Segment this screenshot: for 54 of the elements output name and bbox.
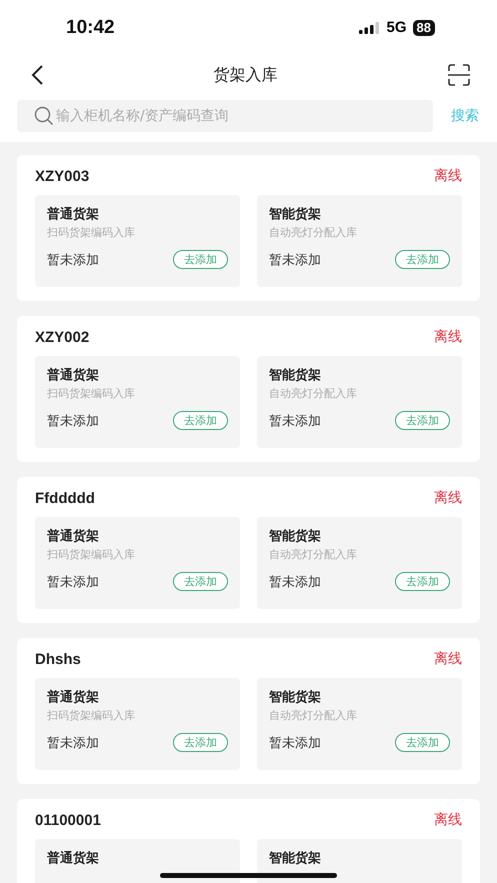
device-name: XZY002: [35, 328, 90, 346]
add-button[interactable]: 去添加: [173, 572, 228, 591]
scan-icon[interactable]: [447, 64, 471, 86]
shelf-state: 暂未添加: [269, 574, 321, 590]
shelf-title: 普通货架: [47, 366, 100, 384]
battery-level: 88: [412, 20, 435, 36]
shelf-state: 暂未添加: [47, 412, 99, 430]
device-status: 离线: [434, 328, 462, 346]
shelf-title: 智能货架: [269, 689, 322, 706]
device-status: 离线: [434, 650, 462, 668]
add-button[interactable]: 去添加: [173, 250, 228, 269]
shelf-title: 普通货架: [47, 206, 100, 223]
shelf-description: 自动亮灯分配入库: [269, 708, 358, 723]
add-button[interactable]: 去添加: [395, 411, 450, 430]
page-title: 货架入库: [214, 64, 278, 86]
device-name: Ffddddd: [35, 490, 95, 506]
shelf-state: 暂未添加: [47, 574, 99, 590]
device-status: 离线: [434, 489, 462, 507]
device-name: XZY003: [35, 168, 90, 184]
shelf-description: 自动亮灯分配入库: [269, 225, 358, 240]
shelf-state: 暂未添加: [269, 252, 321, 268]
shelf-title: 智能货架: [269, 367, 322, 384]
shelf-description: 自动亮灯分配入库: [269, 547, 358, 562]
shelf-title: 智能货架: [269, 206, 322, 223]
shelf-state: 暂未添加: [269, 412, 321, 430]
status-time: 10:42: [66, 16, 115, 38]
shelf-state: 暂未添加: [47, 734, 99, 752]
shelf-title: 智能货架: [269, 528, 322, 545]
back-icon[interactable]: [30, 64, 44, 86]
add-button[interactable]: 去添加: [395, 572, 450, 591]
shelf-title: 普通货架: [47, 850, 100, 867]
shelf-title: 普通货架: [47, 528, 100, 545]
network-label: 5G: [386, 19, 407, 36]
add-button[interactable]: 去添加: [173, 733, 228, 752]
signal-icon: [358, 22, 381, 34]
shelf-description: 扫码货架编码入库: [47, 225, 136, 240]
search-field[interactable]: 输入柜机名称/资产编码查询: [17, 100, 433, 132]
device-status: 离线: [434, 811, 462, 829]
add-button[interactable]: 去添加: [395, 733, 450, 752]
shelf-state: 暂未添加: [269, 734, 321, 752]
shelf-title: 智能货架: [269, 850, 322, 867]
device-name: 01100001: [35, 812, 101, 828]
add-button[interactable]: 去添加: [173, 411, 228, 430]
device-status: 离线: [434, 167, 462, 185]
shelf-description: 扫码货架编码入库: [47, 386, 136, 401]
search-button[interactable]: 搜索: [451, 107, 479, 125]
shelf-state: 暂未添加: [47, 252, 99, 268]
shelf-description: 扫码货架编码入库: [47, 547, 136, 562]
search-icon: [34, 106, 54, 126]
device-name: Dhshs: [35, 650, 81, 668]
add-button[interactable]: 去添加: [395, 250, 450, 269]
shelf-description: 自动亮灯分配入库: [269, 386, 358, 401]
shelf-description: 扫码货架编码入库: [47, 708, 136, 723]
shelf-title: 普通货架: [47, 688, 100, 706]
